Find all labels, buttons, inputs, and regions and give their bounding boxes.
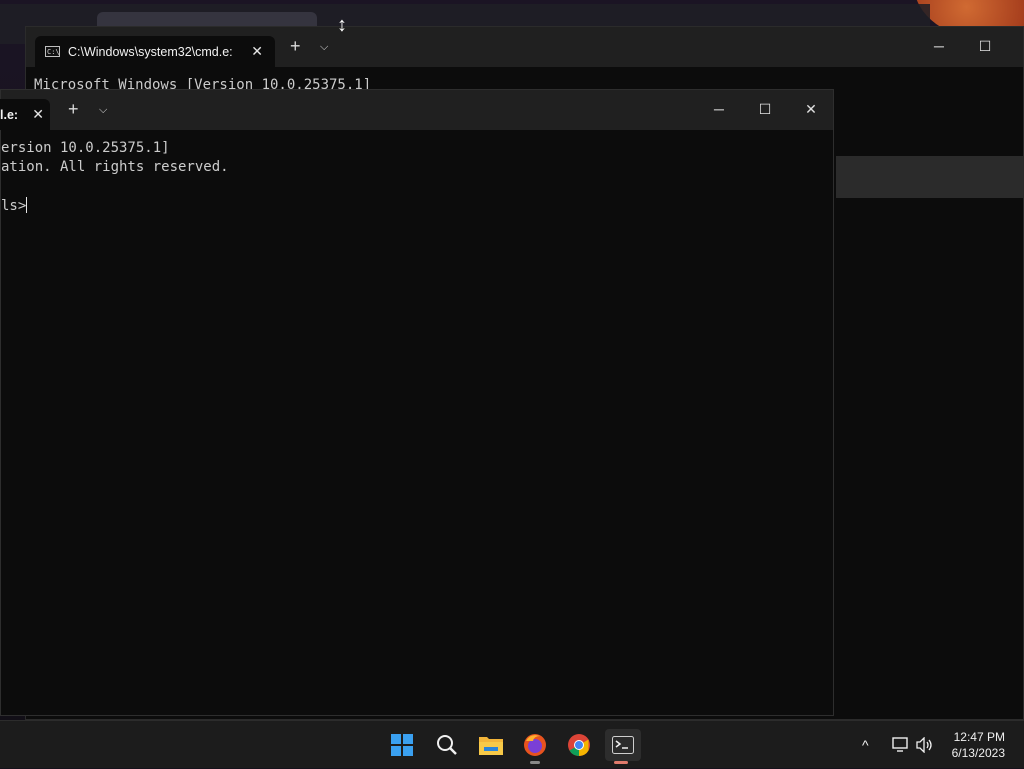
tray-overflow-chevron-icon[interactable]: ^	[862, 721, 869, 769]
running-indicator	[614, 761, 628, 764]
search-icon[interactable]	[431, 729, 463, 761]
tab-cmd-back[interactable]: C:\ C:\Windows\system32\cmd.e: ✕	[35, 36, 275, 67]
minimize-button[interactable]: ─	[696, 101, 742, 117]
firefox-icon[interactable]	[519, 729, 551, 764]
terminal-output-line: ersion 10.0.25375.1]	[1, 140, 170, 156]
running-indicator	[530, 761, 540, 764]
new-tab-button[interactable]: +	[290, 36, 301, 57]
text-cursor	[26, 197, 28, 213]
maximize-button[interactable]: ☐	[962, 38, 1008, 55]
title-bar[interactable]: l.e: ✕ + ⌵ ─ ☐ ✕	[0, 90, 834, 130]
taskbar: ^ 12:47 PM 6/13/2023	[0, 720, 1024, 768]
network-icon[interactable]	[892, 721, 910, 769]
title-bar[interactable]: C:\ C:\Windows\system32\cmd.e: ✕ + ⌵ ─ ☐	[26, 27, 1023, 67]
tab-close-button[interactable]: ✕	[32, 106, 44, 123]
terminal-icon[interactable]	[605, 729, 641, 764]
tab-dropdown-button[interactable]: ⌵	[320, 41, 328, 54]
terminal-window-front[interactable]: l.e: ✕ + ⌵ ─ ☐ ✕ ersion 10.0.25375.1] at…	[0, 89, 834, 716]
maximize-button[interactable]: ☐	[742, 101, 788, 118]
tab-dropdown-button[interactable]: ⌵	[99, 104, 107, 117]
resize-cursor-icon: ↕	[337, 14, 347, 36]
terminal-prompt[interactable]: ls>	[1, 197, 28, 215]
terminal-output-line: ation. All rights reserved.	[1, 159, 229, 175]
file-explorer-icon[interactable]	[475, 729, 507, 761]
volume-icon[interactable]	[916, 721, 934, 769]
system-clock[interactable]: 12:47 PM 6/13/2023	[952, 729, 1005, 761]
tab-close-button[interactable]: ✕	[251, 43, 263, 60]
clock-time: 12:47 PM	[953, 730, 1005, 744]
clock-date: 6/13/2023	[951, 746, 1005, 760]
cmd-icon: C:\	[45, 46, 60, 57]
close-button[interactable]: ✕	[788, 101, 834, 118]
tab-title: l.e:	[0, 107, 19, 122]
background-panel	[836, 156, 1024, 198]
start-icon[interactable]	[386, 729, 418, 761]
prompt-text: ls>	[1, 198, 27, 214]
tab-cmd-front[interactable]: l.e: ✕	[0, 99, 50, 130]
chrome-icon[interactable]	[563, 729, 595, 761]
new-tab-button[interactable]: +	[68, 99, 79, 120]
tab-title: C:\Windows\system32\cmd.e:	[68, 44, 233, 59]
minimize-button[interactable]: ─	[916, 38, 962, 54]
